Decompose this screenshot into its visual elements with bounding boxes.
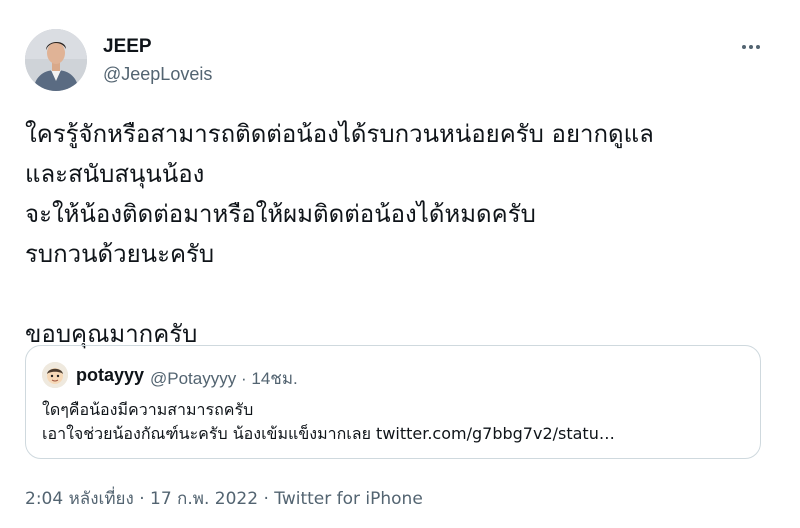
separator: · xyxy=(139,489,145,509)
author-display-name[interactable]: JEEP xyxy=(103,36,152,58)
tweet-footer: 2:04 หลังเที่ยง · 17 ก.พ. 2022 · Twitter… xyxy=(25,485,423,512)
tweet-date[interactable]: 17 ก.พ. 2022 xyxy=(150,489,258,509)
separator: · xyxy=(263,489,269,509)
quoted-text: ใดๆคือน้องมีความสามารถครับ เอาใจช่วยน้อง… xyxy=(42,398,742,446)
more-options-icon[interactable] xyxy=(736,36,766,58)
tweet-time[interactable]: 2:04 หลังเที่ยง xyxy=(25,489,134,509)
tweet-text-line: และสนับสนุนน้อง xyxy=(25,160,205,188)
quoted-handle[interactable]: @Potayyyy xyxy=(150,369,236,388)
quoted-tweet[interactable]: potayyy @Potayyyy · 14ชม. ใดๆคือน้องมีคว… xyxy=(25,345,761,459)
tweet-text-line: ใครรู้จักหรือสามารถติดต่อน้องได้รบกวนหน่… xyxy=(25,120,654,148)
cartoon-avatar-image xyxy=(42,362,68,388)
tweet-text-line: จะให้น้องติดต่อมาหรือให้ผมติดต่อน้องได้ห… xyxy=(25,200,536,228)
separator: · xyxy=(240,369,247,388)
dot xyxy=(756,45,760,49)
tweet-text-line: รบกวนด้วยนะครับ xyxy=(25,240,215,268)
person-avatar-image xyxy=(25,29,87,91)
author-avatar[interactable] xyxy=(25,29,87,91)
dot xyxy=(749,45,753,49)
quoted-display-name[interactable]: potayyy xyxy=(76,365,144,386)
dot xyxy=(742,45,746,49)
tweet-source[interactable]: Twitter for iPhone xyxy=(274,489,423,509)
tweet-card: JEEP @JeepLoveis ใครรู้จักหรือสามารถติดต… xyxy=(0,0,800,528)
author-handle[interactable]: @JeepLoveis xyxy=(103,64,212,85)
quoted-meta: @Potayyyy · 14ชม. xyxy=(150,365,298,392)
quoted-author-avatar[interactable] xyxy=(42,362,68,388)
tweet-text: ใครรู้จักหรือสามารถติดต่อน้องได้รบกวนหน่… xyxy=(25,114,775,354)
quoted-time[interactable]: 14ชม. xyxy=(251,369,297,388)
quoted-text-line: เอาใจช่วยน้องกัณฑ์นะครับ น้องเข้มแข็งมาก… xyxy=(42,424,615,443)
quoted-text-line: ใดๆคือน้องมีความสามารถครับ xyxy=(42,400,254,419)
